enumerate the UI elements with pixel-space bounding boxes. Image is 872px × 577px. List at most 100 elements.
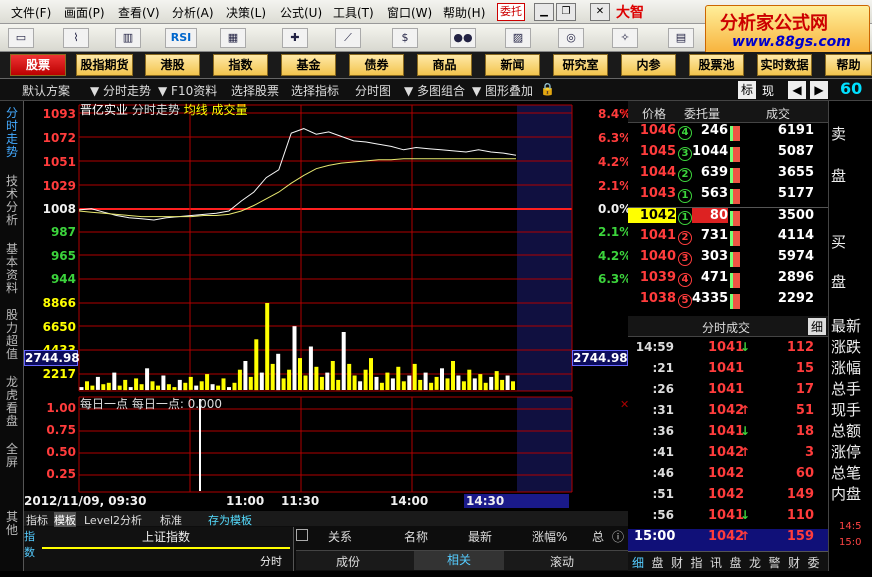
nav-news[interactable]: 新闻 <box>485 54 540 76</box>
col-change[interactable]: 涨幅% <box>532 528 567 545</box>
tab-mark[interactable]: 标 <box>738 81 756 99</box>
tab-fullscreen[interactable]: 全屏 <box>3 443 21 469</box>
ruler-icon[interactable]: ⟋ <box>335 28 361 48</box>
minimize-icon[interactable]: ▁ <box>534 3 554 21</box>
nav-fund[interactable]: 基金 <box>281 54 336 76</box>
order-row[interactable]: 1044 2 639 3655 <box>628 165 828 186</box>
col-name[interactable]: 名称 <box>404 528 428 545</box>
tab-sell-plate[interactable]: 盘 <box>831 165 846 186</box>
nav-help[interactable]: 帮助 <box>825 54 872 76</box>
tab-scroll[interactable]: 滚动 <box>550 553 574 570</box>
minute-chart-icon[interactable]: ⌇ <box>63 28 89 48</box>
dollar-icon[interactable]: $ <box>392 28 418 48</box>
menu-formula[interactable]: 公式(U) <box>280 4 322 21</box>
rsi-button[interactable]: RSI <box>165 28 197 48</box>
order-row[interactable]: 1041 2 731 4114 <box>628 228 828 249</box>
nav-stock-pool[interactable]: 股票池 <box>689 54 744 76</box>
nav-insider[interactable]: 内参 <box>621 54 676 76</box>
tab-value[interactable]: 股力超值 <box>3 309 21 361</box>
menu-decision[interactable]: 决策(L) <box>226 4 266 21</box>
f10-dropdown[interactable]: ▼ F10资料 <box>158 82 217 99</box>
tab-standard[interactable]: 标准 <box>160 512 182 528</box>
close-icon[interactable]: ✕ <box>590 3 610 21</box>
next-icon[interactable]: ▶ <box>810 81 828 99</box>
bottom-tab[interactable]: 指 <box>691 554 703 571</box>
bottom-tab[interactable]: 盘 <box>730 554 742 571</box>
tab-technical[interactable]: 技术分析 <box>3 175 21 227</box>
order-row[interactable]: 1039 4 471 2896 <box>628 270 828 291</box>
restore-icon[interactable]: ❐ <box>556 3 576 21</box>
bottom-tab[interactable]: 盘 <box>652 554 664 571</box>
grid-icon[interactable]: ▨ <box>505 28 531 48</box>
bottom-tab[interactable]: 讯 <box>710 554 722 571</box>
mini-tab[interactable]: 指数 <box>24 528 40 560</box>
order-row[interactable]: 1042 1 80 3500 <box>628 207 828 228</box>
select-stock[interactable]: 选择股票 <box>231 82 279 99</box>
kline-icon[interactable]: ▥ <box>115 28 141 48</box>
col-total[interactable]: 总 <box>592 528 604 545</box>
info-icon[interactable]: ⓘ <box>612 528 624 545</box>
bottom-tab[interactable]: 委 <box>808 554 820 571</box>
order-row[interactable]: 1046 4 246 6191 <box>628 123 828 144</box>
volume-bar <box>494 371 499 390</box>
bottom-tab[interactable]: 细 <box>632 554 644 571</box>
minute-trend-dropdown[interactable]: ▼ 分时走势 <box>90 82 151 99</box>
tab-dragon[interactable]: 龙虎看盘 <box>3 376 21 428</box>
order-row[interactable]: 1045 3 1044 5087 <box>628 144 828 165</box>
bottom-tab[interactable]: 财 <box>671 554 683 571</box>
binoculars-icon[interactable]: ◎ <box>558 28 584 48</box>
nav-commodity[interactable]: 商品 <box>417 54 472 76</box>
col-latest[interactable]: 最新 <box>468 528 492 545</box>
list-icon[interactable]: ▦ <box>220 28 246 48</box>
tab-minute-trend[interactable]: 分时走势 <box>3 107 21 159</box>
lock-icon[interactable]: 🔒 <box>540 82 555 96</box>
tab-fundamentals[interactable]: 基本资料 <box>3 243 21 295</box>
menu-analysis[interactable]: 分析(A) <box>172 4 214 21</box>
nav-stocks[interactable]: 股票 <box>10 54 66 76</box>
order-row[interactable]: 1040 3 303 5974 <box>628 249 828 270</box>
tab-related[interactable]: 相关 <box>414 551 504 570</box>
tab-level2[interactable]: Level2分析 <box>84 512 142 528</box>
save-template-button[interactable]: 存为模板 <box>208 512 252 528</box>
trade-button[interactable]: 委托 <box>497 3 525 21</box>
tab-other[interactable]: 其他 <box>3 511 21 537</box>
tab-components[interactable]: 成份 <box>336 553 360 570</box>
tab-indicator[interactable]: 指标 <box>26 512 48 528</box>
checkbox[interactable] <box>296 529 308 541</box>
bottom-tab[interactable]: 财 <box>788 554 800 571</box>
nav-hk[interactable]: 港股 <box>145 54 200 76</box>
tab-sell[interactable]: 卖 <box>831 123 846 144</box>
signal-icon[interactable]: ●● <box>450 28 476 48</box>
tab-buy[interactable]: 买 <box>831 231 846 252</box>
menu-window[interactable]: 窗口(W) <box>387 4 432 21</box>
nav-realtime[interactable]: 实时数据 <box>757 54 812 76</box>
nav-bond[interactable]: 债券 <box>349 54 404 76</box>
nav-index[interactable]: 指数 <box>213 54 268 76</box>
nav-index-futures[interactable]: 股指期货 <box>76 54 133 76</box>
overlay-dropdown[interactable]: ▼ 图形叠加 <box>472 82 533 99</box>
tab-current[interactable]: 现 <box>762 82 774 99</box>
default-scheme[interactable]: 默认方案 <box>22 82 70 99</box>
prev-icon[interactable]: ◀ <box>788 81 806 99</box>
tab-buy-plate[interactable]: 盘 <box>831 271 846 292</box>
crosshair-icon[interactable]: ✚ <box>282 28 308 48</box>
calendar-icon[interactable]: ▤ <box>668 28 694 48</box>
tick-detail-button[interactable]: 细 <box>808 318 826 335</box>
alert-icon[interactable]: ✧ <box>612 28 638 48</box>
folder-icon[interactable]: ▭ <box>8 28 34 48</box>
nav-research[interactable]: 研究室 <box>553 54 608 76</box>
minute-chart[interactable]: 分时图 <box>355 82 391 99</box>
bottom-tab[interactable]: 警 <box>769 554 781 571</box>
multi-chart-dropdown[interactable]: ▼ 多图组合 <box>404 82 465 99</box>
order-row[interactable]: 1043 1 563 5177 <box>628 186 828 207</box>
menu-tools[interactable]: 工具(T) <box>333 4 374 21</box>
select-indicator[interactable]: 选择指标 <box>291 82 339 99</box>
col-relation[interactable]: 关系 <box>328 528 352 545</box>
menu-view-screen[interactable]: 画面(P) <box>64 4 105 21</box>
menu-view[interactable]: 查看(V) <box>118 4 160 21</box>
menu-help[interactable]: 帮助(H) <box>443 4 485 21</box>
bottom-tab[interactable]: 龙 <box>749 554 761 571</box>
tab-template[interactable]: 模板 <box>54 512 76 528</box>
menu-file[interactable]: 文件(F) <box>11 4 51 21</box>
order-row[interactable]: 1038 5 4335 2292 <box>628 291 828 312</box>
